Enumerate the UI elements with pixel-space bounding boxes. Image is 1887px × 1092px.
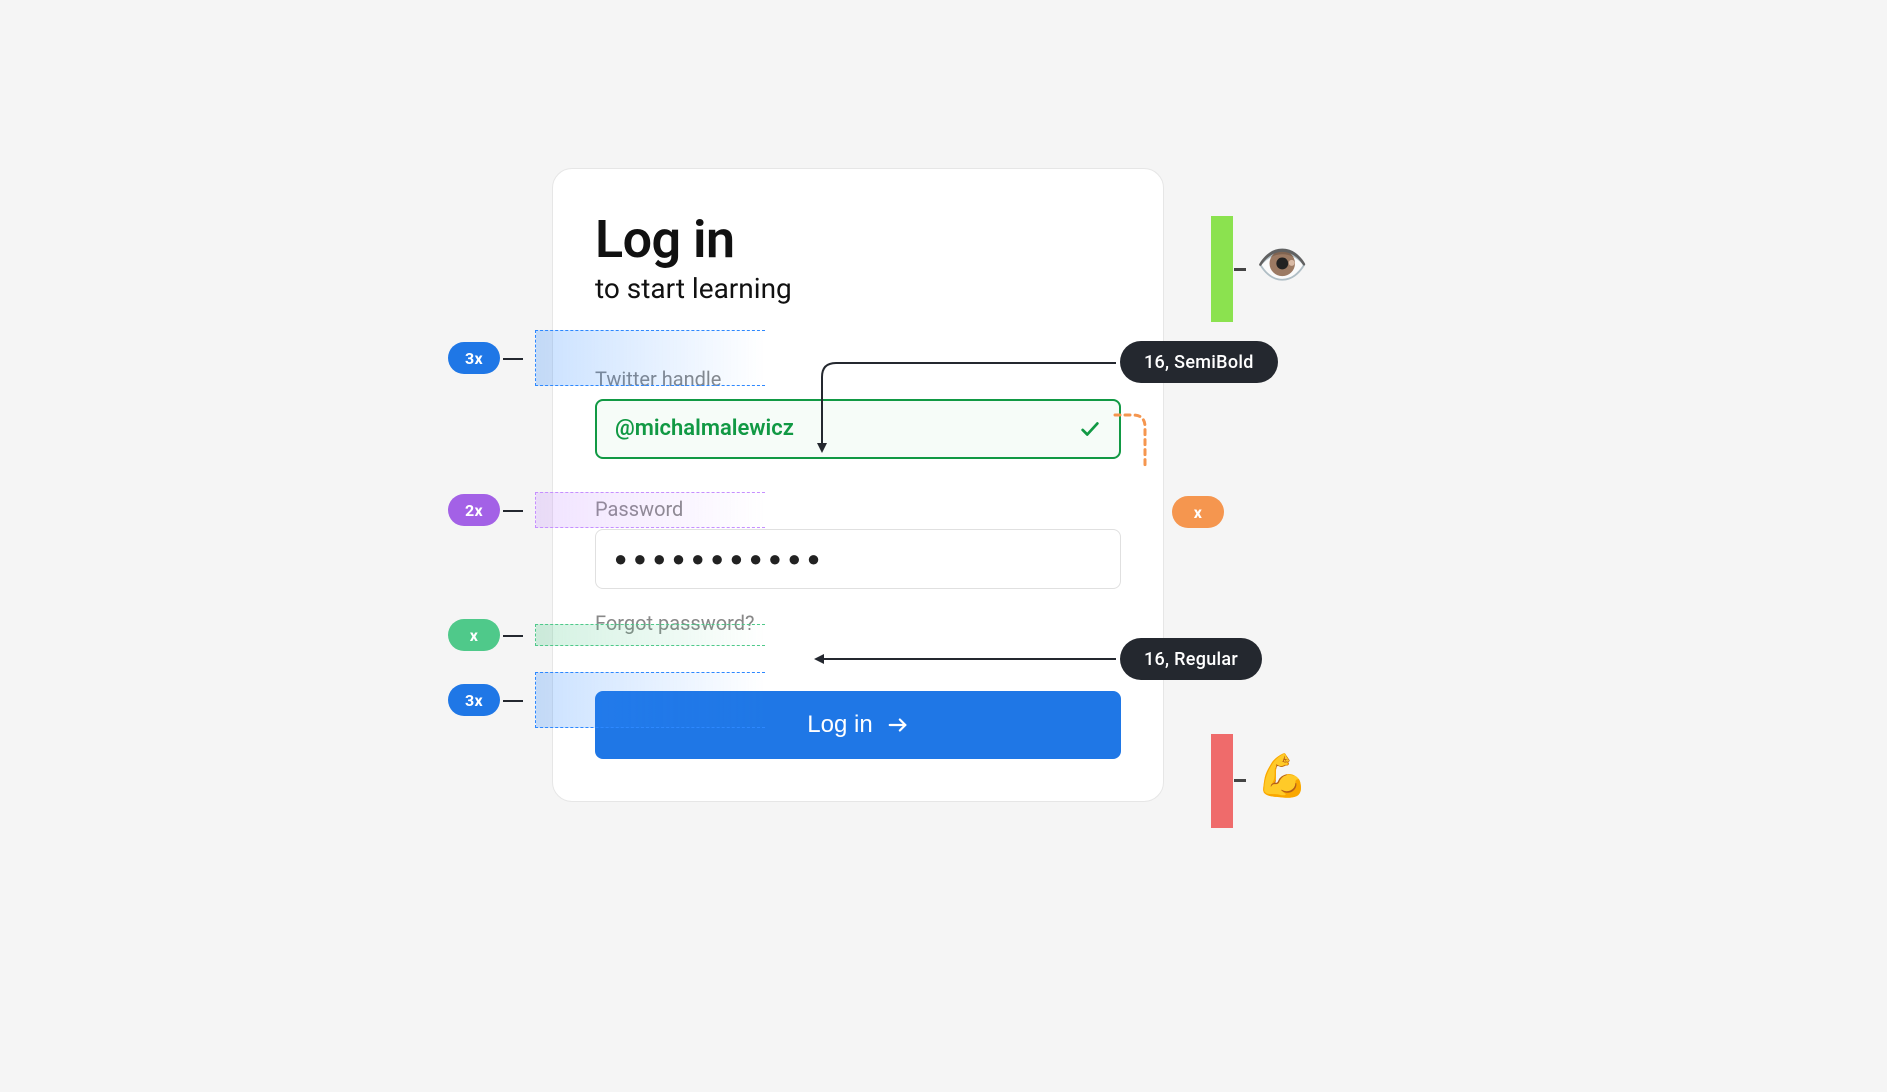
page-title: Log in	[595, 213, 1121, 268]
spacing-gap-2x	[595, 459, 1121, 497]
spacing-badge-2x: 2x	[448, 494, 500, 526]
connector-2x	[503, 510, 523, 512]
side-marker-tick-bottom	[1234, 779, 1246, 782]
password-masked-value: ●●●●●●●●●●●	[614, 546, 826, 572]
twitter-handle-field[interactable]: @michalmalewicz	[595, 399, 1121, 459]
side-marker-bar-top	[1211, 216, 1233, 322]
typo-callout-handle: 16, SemiBold	[1120, 341, 1278, 383]
connector-3x-top	[503, 358, 523, 360]
eye-icon: 👁️	[1256, 245, 1308, 287]
muscle-icon: 💪	[1256, 756, 1308, 798]
password-field[interactable]: ●●●●●●●●●●●	[595, 529, 1121, 589]
twitter-handle-value: @michalmalewicz	[615, 416, 794, 441]
spacing-overlay-x	[535, 624, 765, 646]
side-marker-tick-top	[1234, 268, 1246, 271]
connector-3x-bottom	[503, 700, 523, 702]
side-marker-bar-bottom	[1211, 734, 1233, 828]
spacing-overlay-2x	[535, 492, 765, 528]
spacing-overlay-3x-bottom	[535, 672, 765, 728]
login-button-label: Log in	[807, 711, 872, 739]
spacing-badge-x: x	[448, 619, 500, 651]
error-badge: x	[1172, 496, 1224, 528]
page-subtitle: to start learning	[595, 272, 1121, 305]
spacing-badge-3x-top: 3x	[448, 342, 500, 374]
check-icon	[1079, 418, 1101, 440]
connector-x	[503, 635, 523, 637]
spacing-badge-3x-bottom: 3x	[448, 684, 500, 716]
typo-callout-forgot: 16, Regular	[1120, 638, 1262, 680]
spacing-gap-x	[595, 589, 1121, 611]
arrow-right-icon	[887, 714, 909, 736]
spacing-overlay-3x-top	[535, 330, 765, 386]
